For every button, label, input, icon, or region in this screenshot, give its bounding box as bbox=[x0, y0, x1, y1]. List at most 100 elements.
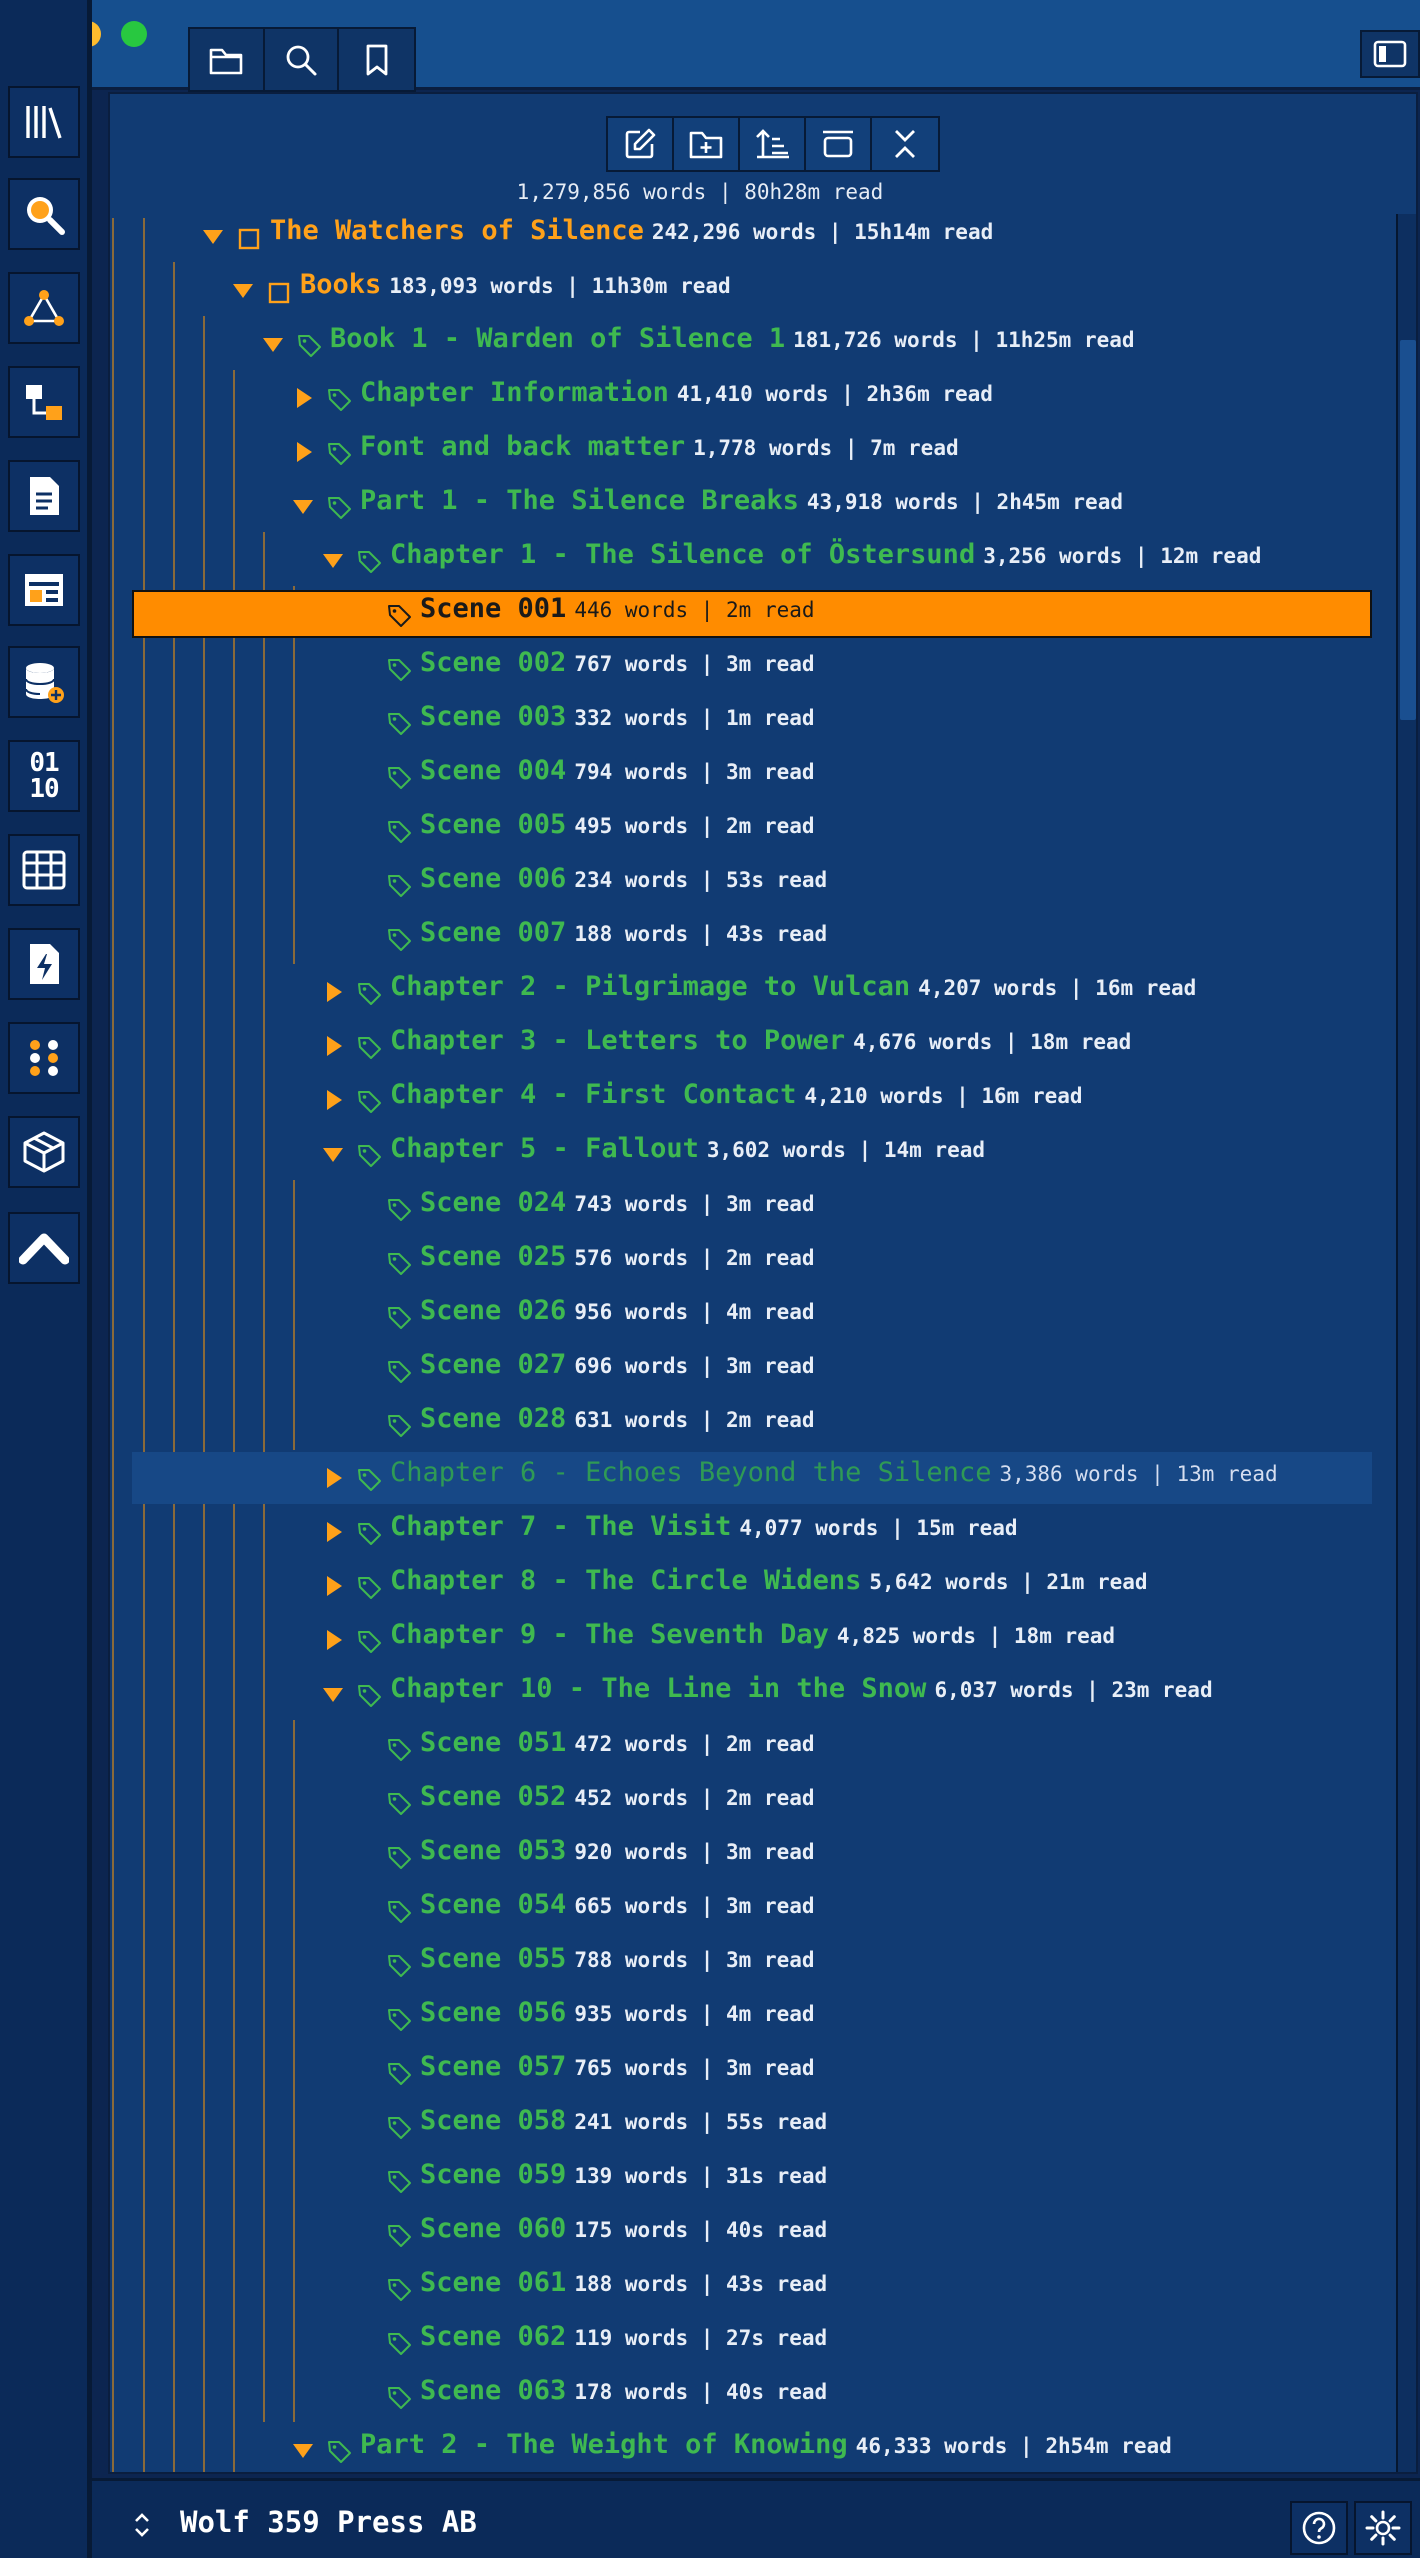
caret-down-icon[interactable] bbox=[322, 1683, 344, 1705]
graph-icon bbox=[24, 290, 64, 326]
caret-down-icon[interactable] bbox=[322, 1143, 344, 1165]
caret-down-icon[interactable] bbox=[292, 2439, 314, 2461]
nodes-button[interactable] bbox=[8, 1022, 80, 1094]
tree-item-folder[interactable]: Chapter 4 - First Contact 4,210 words | 1… bbox=[110, 1072, 1395, 1126]
caret-right-icon[interactable] bbox=[292, 441, 314, 463]
graph-button[interactable] bbox=[8, 272, 80, 344]
tree-item-word-count: 920 words | 3m read bbox=[574, 1840, 815, 1864]
tree-item-scene[interactable]: Scene 054 665 words | 3m read bbox=[110, 1882, 1395, 1936]
tree-item-scene[interactable]: Scene 026 956 words | 4m read bbox=[110, 1288, 1395, 1342]
tag-icon bbox=[388, 2117, 411, 2139]
tree-item-folder[interactable]: Chapter 10 - The Line in the Snow 6,037 w… bbox=[110, 1666, 1395, 1720]
caret-right-icon[interactable] bbox=[322, 981, 344, 1003]
tree-item-folder[interactable]: Books 183,093 words | 11h30m read bbox=[110, 262, 1395, 316]
tree-item-scene[interactable]: Scene 004 794 words | 3m read bbox=[110, 748, 1395, 802]
hierarchy-button[interactable] bbox=[8, 366, 80, 438]
tree-item-folder[interactable]: Chapter 3 - Letters to Power 4,676 words … bbox=[110, 1018, 1395, 1072]
cube-button[interactable] bbox=[8, 1116, 80, 1188]
collapse-all-button[interactable] bbox=[872, 118, 938, 170]
layout-button[interactable] bbox=[8, 554, 80, 626]
search-button[interactable] bbox=[265, 29, 340, 90]
tree-item-folder[interactable]: Part 1 - The Silence Breaks 43,918 words … bbox=[110, 478, 1395, 532]
tree-item-scene[interactable]: Scene 025 576 words | 2m read bbox=[110, 1234, 1395, 1288]
tree-item-folder[interactable]: Chapter 5 - Fallout 3,602 words | 14m rea… bbox=[110, 1126, 1395, 1180]
tree-item-scene[interactable]: Scene 007 188 words | 43s read bbox=[110, 910, 1395, 964]
tree-item-folder[interactable]: Book 1 - Warden of Silence 1 181,726 word… bbox=[110, 316, 1395, 370]
caret-down-icon[interactable] bbox=[262, 333, 284, 355]
chevron-up-down-icon[interactable] bbox=[132, 2511, 152, 2539]
tree-item-scene[interactable]: Scene 057 765 words | 3m read bbox=[110, 2044, 1395, 2098]
scrollbar-thumb[interactable] bbox=[1400, 340, 1416, 720]
table-button[interactable] bbox=[8, 834, 80, 906]
tree-item-scene[interactable]: Scene 059 139 words | 31s read bbox=[110, 2152, 1395, 2206]
edit-button[interactable] bbox=[608, 118, 674, 170]
open-folder-button[interactable] bbox=[190, 29, 265, 90]
new-folder-button[interactable] bbox=[674, 118, 740, 170]
tree-item-title: Scene 053 bbox=[420, 1835, 567, 1866]
tree-item-scene[interactable]: Scene 055 788 words | 3m read bbox=[110, 1936, 1395, 1990]
caret-right-icon[interactable] bbox=[292, 387, 314, 409]
caret-right-icon[interactable] bbox=[322, 1089, 344, 1111]
tree-item-folder[interactable]: Chapter 9 - The Seventh Day 4,825 words |… bbox=[110, 1612, 1395, 1666]
maximize-window-button[interactable] bbox=[121, 21, 147, 47]
file-bolt-button[interactable] bbox=[8, 928, 80, 1000]
tag-icon bbox=[358, 983, 381, 1005]
tree-item-folder[interactable]: Chapter 7 - The Visit 4,077 words | 15m r… bbox=[110, 1504, 1395, 1558]
tag-icon bbox=[358, 1685, 381, 1707]
tree-item-folder[interactable]: Chapter 8 - The Circle Widens 5,642 words… bbox=[110, 1558, 1395, 1612]
tree-item-scene[interactable]: Scene 063 178 words | 40s read bbox=[110, 2368, 1395, 2422]
tree-item-scene[interactable]: Scene 061 188 words | 43s read bbox=[110, 2260, 1395, 2314]
tree-item-scene[interactable]: Scene 058 241 words | 55s read bbox=[110, 2098, 1395, 2152]
caret-right-icon[interactable] bbox=[322, 1575, 344, 1597]
caret-down-icon[interactable] bbox=[322, 549, 344, 571]
tree-item-scene[interactable]: Scene 051 472 words | 2m read bbox=[110, 1720, 1395, 1774]
tree-item-scene[interactable]: Scene 001 446 words | 2m read bbox=[110, 586, 1395, 640]
tree-item-folder[interactable]: Part 2 - The Weight of Knowing 46,333 wor… bbox=[110, 2422, 1395, 2472]
tree-item-scene[interactable]: Scene 024 743 words | 3m read bbox=[110, 1180, 1395, 1234]
database-add-button[interactable] bbox=[8, 646, 80, 718]
document-button[interactable] bbox=[8, 460, 80, 532]
tree-item-folder[interactable]: The Watchers of Silence 242,296 words | 1… bbox=[110, 208, 1395, 262]
tree-item-scene[interactable]: Scene 005 495 words | 2m read bbox=[110, 802, 1395, 856]
caret-right-icon[interactable] bbox=[322, 1521, 344, 1543]
tree-item-folder[interactable]: Chapter 1 - The Silence of Östersund 3,25… bbox=[110, 532, 1395, 586]
collapse-up-button[interactable] bbox=[8, 1212, 80, 1284]
tree-item-folder[interactable]: Font and back matter 1,778 words | 7m rea… bbox=[110, 424, 1395, 478]
tree-item-scene[interactable]: Scene 062 119 words | 27s read bbox=[110, 2314, 1395, 2368]
tag-icon bbox=[388, 2009, 411, 2031]
tree-item-scene[interactable]: Scene 056 935 words | 4m read bbox=[110, 1990, 1395, 2044]
tree-scrollbar[interactable] bbox=[1396, 214, 1416, 2472]
tree-item-title: Scene 005 bbox=[420, 809, 567, 840]
tree-item-label: Scene 006 234 words | 53s read bbox=[420, 862, 827, 897]
organization-switcher[interactable]: Wolf 359 Press AB bbox=[180, 2505, 477, 2539]
help-button[interactable] bbox=[1290, 2501, 1348, 2555]
caret-right-icon[interactable] bbox=[322, 1467, 344, 1489]
caret-down-icon[interactable] bbox=[202, 225, 224, 247]
sidebar-toggle-button[interactable] bbox=[1360, 30, 1420, 78]
bookmarks-button[interactable] bbox=[339, 29, 414, 90]
sort-button[interactable] bbox=[740, 118, 806, 170]
tree-item-label: Scene 028 631 words | 2m read bbox=[420, 1402, 815, 1437]
tree-item-scene[interactable]: Scene 002 767 words | 3m read bbox=[110, 640, 1395, 694]
tree-item-folder[interactable]: Chapter 6 - Echoes Beyond the Silence 3,3… bbox=[110, 1450, 1395, 1504]
search-panel-button[interactable] bbox=[8, 178, 80, 250]
tree-item-word-count: 4,210 words | 16m read bbox=[804, 1084, 1083, 1108]
caret-right-icon[interactable] bbox=[322, 1629, 344, 1651]
caret-right-icon[interactable] bbox=[322, 1035, 344, 1057]
tree-item-scene[interactable]: Scene 053 920 words | 3m read bbox=[110, 1828, 1395, 1882]
caret-down-icon[interactable] bbox=[232, 279, 254, 301]
library-button[interactable] bbox=[8, 86, 80, 158]
tree-item-folder[interactable]: Chapter 2 - Pilgrimage to Vulcan 4,207 wo… bbox=[110, 964, 1395, 1018]
tree-item-scene[interactable]: Scene 006 234 words | 53s read bbox=[110, 856, 1395, 910]
tree-item-scene[interactable]: Scene 028 631 words | 2m read bbox=[110, 1396, 1395, 1450]
view-mode-button[interactable] bbox=[806, 118, 872, 170]
caret-down-icon[interactable] bbox=[292, 495, 314, 517]
binary-button[interactable]: 01 10 bbox=[8, 740, 80, 812]
tree-item-folder[interactable]: Chapter Information 41,410 words | 2h36m … bbox=[110, 370, 1395, 424]
tree-item-scene[interactable]: Scene 027 696 words | 3m read bbox=[110, 1342, 1395, 1396]
tree-item-scene[interactable]: Scene 060 175 words | 40s read bbox=[110, 2206, 1395, 2260]
settings-button[interactable] bbox=[1354, 2501, 1412, 2555]
collapse-icon bbox=[895, 130, 915, 158]
tree-item-scene[interactable]: Scene 052 452 words | 2m read bbox=[110, 1774, 1395, 1828]
tree-item-scene[interactable]: Scene 003 332 words | 1m read bbox=[110, 694, 1395, 748]
